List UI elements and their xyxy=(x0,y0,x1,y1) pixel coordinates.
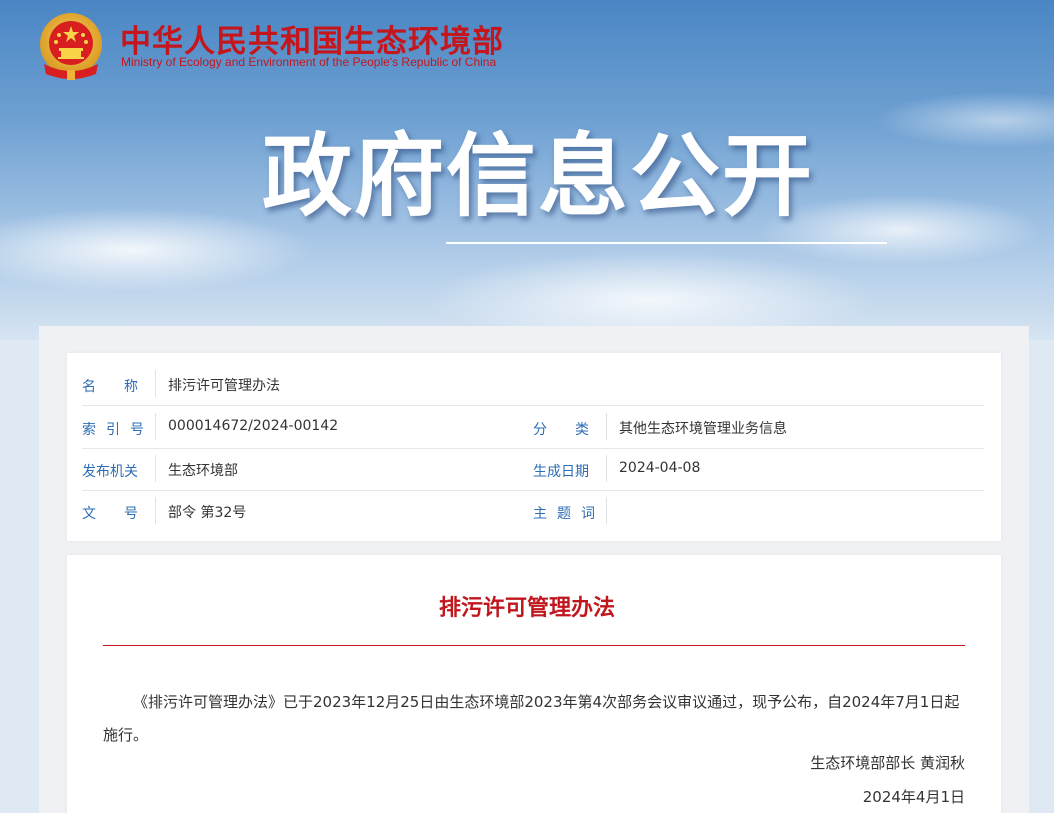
field-document-number: 文 号 部令 第32号 xyxy=(82,490,532,532)
title-underline xyxy=(446,242,887,244)
field-separator xyxy=(606,413,607,440)
section-title: 政府信息公开 xyxy=(262,124,814,229)
field-label: 主题词 xyxy=(533,506,595,522)
field-separator xyxy=(155,497,156,524)
field-category: 分 类 其他生态环境管理业务信息 xyxy=(533,406,984,448)
field-label: 名 称 xyxy=(82,379,138,395)
ministry-name-en[interactable]: Ministry of Ecology and Environment of t… xyxy=(121,55,496,69)
field-label: 生成日期 xyxy=(533,464,589,480)
document-date: 2024年4月1日 xyxy=(862,788,965,806)
field-label: 文 号 xyxy=(82,506,138,522)
field-label: 分 类 xyxy=(533,422,589,438)
field-name: 名 称 排污许可管理办法 xyxy=(82,363,984,405)
document-title: 排污许可管理办法 xyxy=(438,596,615,621)
field-value-document-number: 部令 第32号 xyxy=(168,505,247,521)
metadata-row-issuer: 发布机关 生态环境部 生成日期 2024-04-08 xyxy=(82,448,984,491)
field-separator xyxy=(606,455,607,482)
field-value-created-date: 2024-04-08 xyxy=(619,460,701,476)
field-value-name: 排污许可管理办法 xyxy=(168,378,280,394)
national-emblem-icon[interactable] xyxy=(38,12,104,82)
header-banner: 中华人民共和国生态环境部 Ministry of Ecology and Env… xyxy=(0,0,1054,340)
field-index: 索引号 000014672/2024-00142 xyxy=(82,406,532,448)
field-separator xyxy=(155,455,156,482)
field-keywords: 主题词 xyxy=(533,490,984,532)
field-separator xyxy=(155,413,156,440)
field-label: 索引号 xyxy=(82,422,144,438)
field-issuer: 发布机关 生态环境部 xyxy=(82,448,532,490)
field-separator xyxy=(606,497,607,524)
field-value-category: 其他生态环境管理业务信息 xyxy=(619,421,787,437)
document-paragraph: 《排污许可管理办法》已于2023年12月25日由生态环境部2023年第4次部务会… xyxy=(103,693,960,744)
field-value-issuer: 生态环境部 xyxy=(168,463,238,479)
metadata-row-docno: 文 号 部令 第32号 主题词 xyxy=(82,490,984,532)
metadata-row-name: 名 称 排污许可管理办法 xyxy=(82,363,984,406)
document-title-rule xyxy=(103,645,965,646)
document-signature: 生态环境部部长 黄润秋 xyxy=(810,754,965,772)
field-label: 发布机关 xyxy=(82,464,138,480)
field-separator xyxy=(155,370,156,397)
field-value-index: 000014672/2024-00142 xyxy=(168,418,339,434)
field-created-date: 生成日期 2024-04-08 xyxy=(533,448,984,490)
metadata-card: 名 称 排污许可管理办法 索引号 000014672/2024-00142 分 … xyxy=(67,353,1001,541)
metadata-row-index: 索引号 000014672/2024-00142 分 类 其他生态环境管理业务信… xyxy=(82,406,984,449)
